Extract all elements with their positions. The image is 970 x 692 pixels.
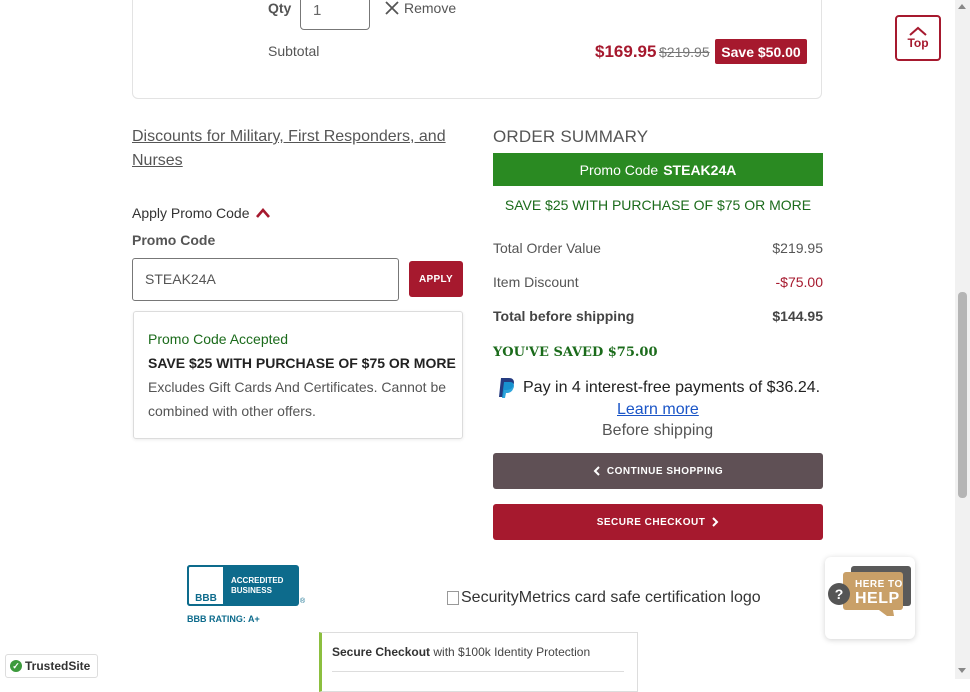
- paypal-message: Pay in 4 interest-free payments of $36.2…: [497, 377, 820, 399]
- trustedsite-badge[interactable]: ✓ TrustedSite: [5, 654, 98, 678]
- summary-row-label: Total Order Value: [493, 240, 601, 256]
- chevron-left-icon: [593, 466, 600, 476]
- subtotal-label: Subtotal: [268, 43, 320, 59]
- scroll-up-arrow[interactable]: [958, 4, 966, 9]
- learn-more-link[interactable]: Learn more: [617, 401, 699, 419]
- promo-bar-code: STEAK24A: [663, 161, 737, 178]
- promo-accepted-title: Promo Code Accepted: [148, 331, 289, 347]
- bbb-line-2: BUSINESS: [231, 585, 272, 595]
- summary-row-value: $144.95: [772, 308, 823, 324]
- apply-button[interactable]: APPLY: [409, 261, 463, 297]
- summary-row-value: $219.95: [772, 240, 823, 256]
- secure-checkout-rest: with $100k Identity Protection: [430, 645, 591, 659]
- apply-promo-toggle[interactable]: Apply Promo Code: [132, 205, 270, 221]
- bbb-registered-mark: ®: [300, 598, 306, 605]
- remove-label: Remove: [404, 0, 457, 16]
- close-icon: [385, 1, 399, 15]
- secure-checkout-text: Secure Checkout with $100k Identity Prot…: [332, 645, 590, 659]
- promo-bar-label: Promo Code: [579, 161, 659, 178]
- summary-row-total-before-shipping: Total before shipping $144.95: [493, 308, 823, 324]
- bbb-torch-logo: BBB: [187, 565, 225, 606]
- military-discount-link[interactable]: Discounts for Military, First Responders…: [132, 125, 462, 173]
- bbb-logo-text: BBB: [195, 593, 217, 604]
- secure-checkout-label: SECURE CHECKOUT: [596, 516, 706, 528]
- broken-image-icon: [447, 591, 459, 605]
- summary-row-label: Total before shipping: [493, 308, 635, 324]
- summary-row-value: -$75.00: [775, 274, 823, 290]
- help-big-text: HELP: [855, 590, 900, 607]
- save-badge: Save $50.00: [715, 39, 807, 64]
- sale-price: $169.95: [595, 42, 657, 61]
- original-price: $219.95: [659, 44, 710, 60]
- summary-row-label: Item Discount: [493, 274, 579, 290]
- securitymetrics-alt-text: SecurityMetrics card safe certification …: [461, 589, 761, 606]
- scroll-down-arrow[interactable]: [958, 668, 966, 673]
- secure-checkout-bold: Secure Checkout: [332, 645, 431, 659]
- chevron-right-icon: [712, 517, 719, 527]
- divider: [332, 671, 624, 672]
- summary-row-total-order: Total Order Value $219.95: [493, 240, 823, 256]
- top-label: Top: [907, 36, 929, 50]
- help-small-text: HERE TO: [855, 579, 903, 590]
- promo-code-bar: Promo Code STEAK24A: [493, 153, 823, 186]
- before-shipping-text: Before shipping: [602, 422, 714, 439]
- promo-code-label: Promo Code: [132, 232, 216, 248]
- secure-checkout-box: [319, 632, 638, 692]
- secure-checkout-button[interactable]: SECURE CHECKOUT: [493, 504, 823, 540]
- bbb-accredited-text: ACCREDITED BUSINESS: [225, 576, 283, 596]
- bbb-rating: BBB RATING: A+: [187, 614, 260, 624]
- saved-amount: YOU'VE SAVED $75.00: [493, 345, 658, 360]
- bbb-line-1: ACCREDITED: [231, 575, 284, 585]
- help-question-icon: ?: [828, 583, 850, 605]
- bbb-accredited-seal[interactable]: BBB ACCREDITED BUSINESS: [187, 565, 299, 606]
- promo-message: SAVE $25 WITH PURCHASE OF $75 OR MORE: [504, 197, 812, 213]
- securitymetrics-logo: SecurityMetrics card safe certification …: [447, 589, 761, 607]
- paypal-text: Pay in 4 interest-free payments of $36.2…: [523, 379, 821, 396]
- check-icon: ✓: [10, 660, 22, 672]
- chevron-up-icon: [255, 208, 270, 218]
- paypal-icon: [499, 378, 514, 398]
- promo-accepted-description: Excludes Gift Cards And Certificates. Ca…: [148, 379, 447, 419]
- remove-button[interactable]: Remove: [384, 0, 456, 16]
- qty-label: Qty: [268, 0, 292, 16]
- arrow-up-icon: [909, 26, 927, 36]
- trustedsite-label: TrustedSite: [25, 659, 91, 673]
- continue-shopping-button[interactable]: CONTINUE SHOPPING: [493, 453, 823, 489]
- apply-promo-label: Apply Promo Code: [132, 205, 250, 221]
- continue-shopping-label: CONTINUE SHOPPING: [606, 465, 724, 477]
- promo-accepted-headline: SAVE $25 WITH PURCHASE OF $75 OR MORE: [148, 355, 456, 371]
- promo-code-input[interactable]: STEAK24A: [132, 258, 399, 301]
- qty-input[interactable]: 1: [300, 0, 370, 30]
- order-summary-title: ORDER SUMMARY: [493, 127, 649, 146]
- summary-row-item-discount: Item Discount -$75.00: [493, 274, 823, 290]
- scrollbar-thumb[interactable]: [958, 292, 967, 498]
- back-to-top-button[interactable]: Top: [895, 15, 941, 61]
